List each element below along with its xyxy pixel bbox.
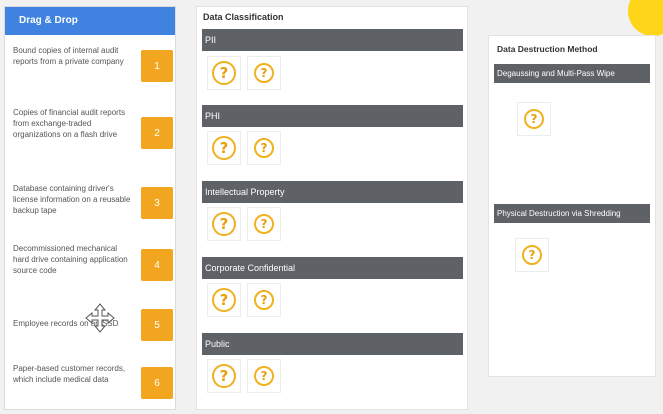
category-bar-intellectual-property: Intellectual Property [202, 181, 463, 203]
question-mark-icon: ? [212, 212, 236, 236]
question-mark-icon: ? [524, 109, 544, 129]
drop-slot[interactable]: ? [247, 207, 281, 241]
drop-slot[interactable]: ? [207, 359, 241, 393]
destruction-title: Data Destruction Method [497, 44, 598, 54]
drop-zone-public[interactable]: ? ? [203, 359, 283, 395]
question-mark-icon: ? [254, 290, 274, 310]
drag-item-text: Paper-based customer records, which incl… [13, 364, 126, 384]
drag-item-badge[interactable]: 6 [141, 367, 173, 399]
drag-item-badge[interactable]: 5 [141, 309, 173, 341]
category-bar-public: Public [202, 333, 463, 355]
drag-item-badge[interactable]: 3 [141, 187, 173, 219]
drag-item-2[interactable]: Copies of financial audit reports from e… [5, 107, 175, 167]
corner-indicator [628, 0, 663, 36]
question-mark-icon: ? [254, 63, 274, 83]
drop-zone-pii[interactable]: ? ? [203, 56, 283, 92]
drop-slot[interactable]: ? [207, 131, 241, 165]
drag-item-badge[interactable]: 4 [141, 249, 173, 281]
drag-item-text: Database containing driver's license inf… [13, 184, 131, 215]
question-mark-icon: ? [522, 245, 542, 265]
drag-item-1[interactable]: Bound copies of internal audit reports f… [5, 41, 175, 91]
question-mark-icon: ? [212, 61, 236, 85]
question-mark-icon: ? [254, 214, 274, 234]
method-bar-shredding: Physical Destruction via Shredding [494, 204, 650, 223]
drop-zone-shredding[interactable]: ? [515, 238, 549, 272]
move-arrows-icon [85, 303, 115, 333]
category-bar-corporate-confidential: Corporate Confidential [202, 257, 463, 279]
question-mark-icon: ? [212, 136, 236, 160]
destruction-panel: Data Destruction Method Degaussing and M… [488, 35, 656, 377]
drag-item-text: Bound copies of internal audit reports f… [13, 46, 124, 66]
drag-item-text: Employee records on an SSD [13, 319, 119, 328]
question-mark-icon: ? [254, 138, 274, 158]
drag-drop-exercise: Drag & Drop Bound copies of internal aud… [0, 0, 663, 414]
drag-item-text: Decommissioned mechanical hard drive con… [13, 244, 128, 275]
method-bar-degaussing: Degaussing and Multi-Pass Wipe [494, 64, 650, 83]
drag-drop-panel: Drag & Drop Bound copies of internal aud… [4, 6, 176, 410]
drag-item-3[interactable]: Database containing driver's license inf… [5, 183, 175, 229]
drop-zone-intellectual-property[interactable]: ? ? [203, 207, 283, 243]
drag-item-6[interactable]: Paper-based customer records, which incl… [5, 361, 175, 407]
drop-zone-phi[interactable]: ? ? [203, 131, 283, 167]
drag-item-badge[interactable]: 2 [141, 117, 173, 149]
category-bar-phi: PHI [202, 105, 463, 127]
question-mark-icon: ? [212, 288, 236, 312]
drag-item-text: Copies of financial audit reports from e… [13, 108, 126, 139]
drop-zone-corporate-confidential[interactable]: ? ? [203, 283, 283, 319]
question-mark-icon: ? [254, 366, 274, 386]
category-bar-pii: PII [202, 29, 463, 51]
drag-drop-header: Drag & Drop [5, 7, 175, 35]
drop-slot[interactable]: ? [247, 359, 281, 393]
classification-panel: Data Classification PII ? ? PHI ? ? Inte… [196, 6, 468, 410]
drop-slot[interactable]: ? [207, 207, 241, 241]
drop-zone-degaussing[interactable]: ? [517, 102, 551, 136]
drop-slot[interactable]: ? [207, 56, 241, 90]
drop-slot[interactable]: ? [247, 283, 281, 317]
drag-item-badge[interactable]: 1 [141, 50, 173, 82]
classification-title: Data Classification [203, 12, 284, 22]
question-mark-icon: ? [212, 364, 236, 388]
drop-slot[interactable]: ? [207, 283, 241, 317]
drag-item-4[interactable]: Decommissioned mechanical hard drive con… [5, 243, 175, 293]
drop-slot[interactable]: ? [247, 56, 281, 90]
drop-slot[interactable]: ? [247, 131, 281, 165]
